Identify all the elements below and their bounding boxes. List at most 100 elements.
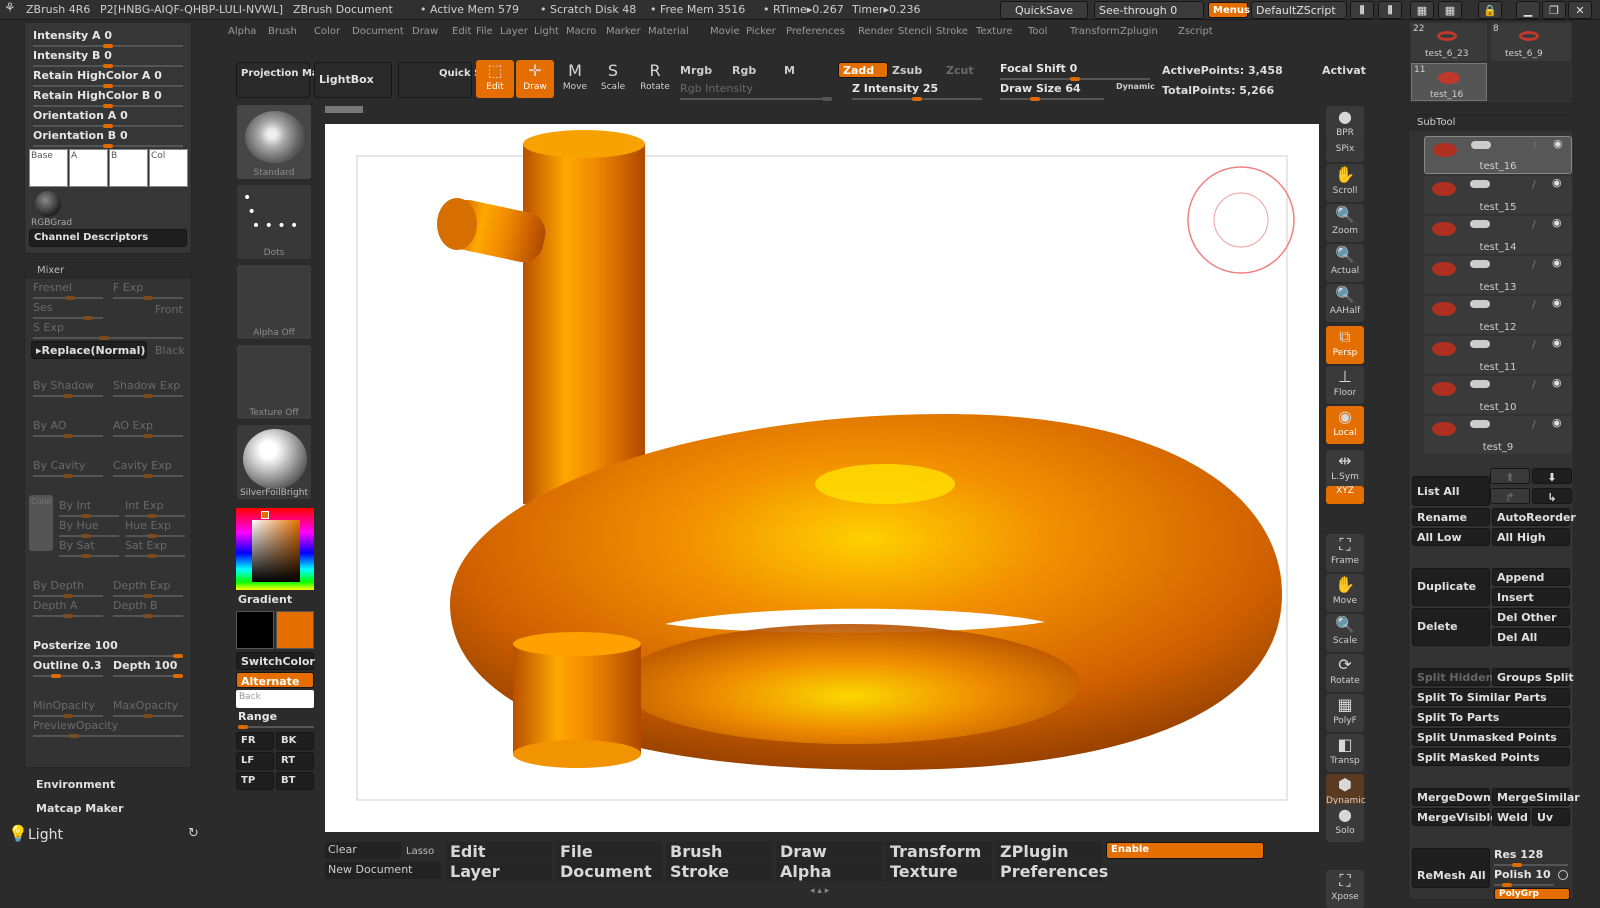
depth-exp-slider[interactable]: Depth Exp xyxy=(113,579,183,598)
subtool-item[interactable]: / ◉ test_13 xyxy=(1424,256,1572,294)
all-high-button[interactable]: All High xyxy=(1492,528,1570,546)
zcut-button[interactable]: Zcut xyxy=(946,64,974,77)
move-right-arrow-icon[interactable]: ↳ xyxy=(1532,488,1572,504)
retain-highcolor-a-slider[interactable]: Retain HighColor A 0 xyxy=(33,69,183,88)
secondary-color-swatch[interactable] xyxy=(236,611,274,649)
material-thumbnail[interactable]: SilverFoilBright xyxy=(236,424,312,500)
alternate-button[interactable]: Alternate xyxy=(236,672,314,688)
m-button[interactable]: M xyxy=(784,64,824,80)
groups-split-button[interactable]: Groups Split xyxy=(1492,668,1574,686)
res-slider[interactable]: Res 128 xyxy=(1494,848,1568,867)
tray-toggle-right-icon[interactable]: ⫴ xyxy=(1378,1,1402,19)
texture-thumbnail[interactable]: Texture Off xyxy=(236,344,312,420)
menu-alpha[interactable]: Alpha xyxy=(228,26,256,37)
bottom-menu-zplugin[interactable]: ZPlugin xyxy=(996,842,1102,861)
by-depth-slider[interactable]: By Depth xyxy=(33,579,103,598)
rgbgrad-sphere-icon[interactable] xyxy=(35,191,61,217)
menus-toggle[interactable]: Menus xyxy=(1208,2,1250,18)
int-exp-slider[interactable]: Int Exp xyxy=(125,499,185,518)
z-intensity-slider[interactable]: Z Intensity 25 xyxy=(852,82,982,101)
projection-master-button[interactable]: Projection Master xyxy=(236,62,341,98)
duplicate-button[interactable]: Duplicate xyxy=(1412,568,1490,606)
menu-document[interactable]: Document xyxy=(352,26,404,37)
bottom-menu-draw[interactable]: Draw xyxy=(776,842,882,861)
menu-light[interactable]: Light xyxy=(534,26,559,37)
subtool-eye-icon[interactable]: ◉ xyxy=(1552,336,1562,349)
mergedown-button[interactable]: MergeDown xyxy=(1412,788,1491,806)
by-sat-slider[interactable]: By Sat xyxy=(59,539,119,558)
depth-a-slider[interactable]: Depth A xyxy=(33,599,103,618)
orientation-b-slider[interactable]: Orientation B 0 xyxy=(33,129,183,148)
range-slider[interactable]: Range xyxy=(238,710,314,729)
move-mode-button[interactable]: M Move xyxy=(556,60,594,98)
swatch-col[interactable]: Col xyxy=(149,149,188,187)
subtool-header[interactable]: SubTool xyxy=(1409,115,1573,131)
mergesimilar-button[interactable]: MergeSimilar xyxy=(1492,788,1580,806)
subtool-eye-icon[interactable]: ◉ xyxy=(1552,256,1562,269)
color-picker[interactable] xyxy=(236,508,314,590)
subtool-item[interactable]: / ◉ test_12 xyxy=(1424,296,1572,334)
view-bt-button[interactable]: BT xyxy=(276,772,314,790)
shelf-transp-button[interactable]: ◧ Transp xyxy=(1326,734,1364,772)
shelf-polyf-button[interactable]: ▦ PolyF xyxy=(1326,694,1364,732)
bottom-menu-edit[interactable]: Edit xyxy=(446,842,552,861)
subtool-toggle-icon[interactable] xyxy=(1470,300,1490,308)
min-opacity-slider[interactable]: MinOpacity xyxy=(33,699,103,718)
swatch-a[interactable]: A xyxy=(69,149,108,187)
del-all-button[interactable]: Del All xyxy=(1492,628,1570,646)
split-hidden-button[interactable]: Split Hidden xyxy=(1412,668,1493,686)
delete-button[interactable]: Delete xyxy=(1412,608,1490,646)
shelf-zoom-button[interactable]: 🔍 Zoom xyxy=(1326,204,1364,242)
close-icon[interactable]: ✕ xyxy=(1568,1,1592,19)
subtool-eye-icon[interactable]: ◉ xyxy=(1553,137,1563,150)
bottom-menu-transform[interactable]: Transform xyxy=(886,842,992,861)
depth-b-slider[interactable]: Depth B xyxy=(113,599,183,618)
all-low-button[interactable]: All Low xyxy=(1412,528,1490,546)
layout-icon[interactable]: ▦ xyxy=(1410,1,1434,19)
menu-file[interactable]: File xyxy=(476,26,493,37)
autoreorder-button[interactable]: AutoReorder xyxy=(1492,508,1576,526)
gradient-label[interactable]: Gradient xyxy=(238,593,292,606)
view-tp-button[interactable]: TP xyxy=(236,772,274,790)
by-shadow-slider[interactable]: By Shadow xyxy=(33,379,103,398)
color-swatch[interactable]: Color xyxy=(29,495,53,551)
tool-thumb-2[interactable]: 8 test_6_9 xyxy=(1491,23,1571,61)
preview-opacity-slider[interactable]: PreviewOpacity xyxy=(33,719,183,738)
default-zscript-button[interactable]: DefaultZScript xyxy=(1251,1,1347,19)
posterize-slider[interactable]: Posterize 100 xyxy=(33,639,183,658)
shelf-bpr-button[interactable]: ● BPR xyxy=(1326,106,1364,144)
menu-macro[interactable]: Macro xyxy=(566,26,596,37)
subtool-brush-icon[interactable]: / xyxy=(1533,139,1537,152)
layout-alt-icon[interactable]: ▦ xyxy=(1438,1,1462,19)
depth-slider[interactable]: Depth 100 xyxy=(113,659,183,678)
ao-exp-slider[interactable]: AO Exp xyxy=(113,419,183,438)
bottom-menu-file[interactable]: File xyxy=(556,842,662,861)
bottom-menu-stroke[interactable]: Stroke xyxy=(666,862,772,881)
bottom-menu-alpha[interactable]: Alpha xyxy=(776,862,882,881)
subtool-brush-icon[interactable]: / xyxy=(1532,298,1536,311)
lock-icon[interactable]: 🔒 xyxy=(1478,1,1502,19)
subtool-brush-icon[interactable]: / xyxy=(1532,258,1536,271)
subtool-eye-icon[interactable]: ◉ xyxy=(1552,216,1562,229)
menu-stencil[interactable]: Stencil xyxy=(898,26,932,37)
subtool-toggle-icon[interactable] xyxy=(1470,340,1490,348)
rgb-button[interactable]: Rgb xyxy=(732,64,780,80)
append-button[interactable]: Append xyxy=(1492,568,1570,586)
view-fr-button[interactable]: FR xyxy=(236,732,274,750)
document-canvas[interactable] xyxy=(325,124,1319,832)
ses-slider[interactable]: Ses xyxy=(33,301,103,320)
shelf-lsym-button[interactable]: ⇹ L.Sym xyxy=(1326,450,1364,488)
by-ao-slider[interactable]: By AO xyxy=(33,419,103,438)
shelf-local-button[interactable]: ◉ Local xyxy=(1326,406,1364,444)
zsub-button[interactable]: Zsub xyxy=(892,64,922,77)
draw-size-slider[interactable]: Draw Size 64 xyxy=(1000,82,1104,101)
zadd-button[interactable]: Zadd xyxy=(838,62,888,78)
replace-normal-dropdown[interactable]: ▸Replace(Normal) xyxy=(31,341,147,359)
light-palette-title[interactable]: Light xyxy=(28,827,63,843)
menu-render[interactable]: Render xyxy=(858,26,894,37)
scale-mode-button[interactable]: S Scale xyxy=(594,60,632,98)
move-up-arrow-icon[interactable]: ⬆ xyxy=(1490,468,1530,484)
subtool-eye-icon[interactable]: ◉ xyxy=(1552,296,1562,309)
menu-zscript[interactable]: Zscript xyxy=(1178,26,1213,37)
menu-marker[interactable]: Marker xyxy=(606,26,641,37)
